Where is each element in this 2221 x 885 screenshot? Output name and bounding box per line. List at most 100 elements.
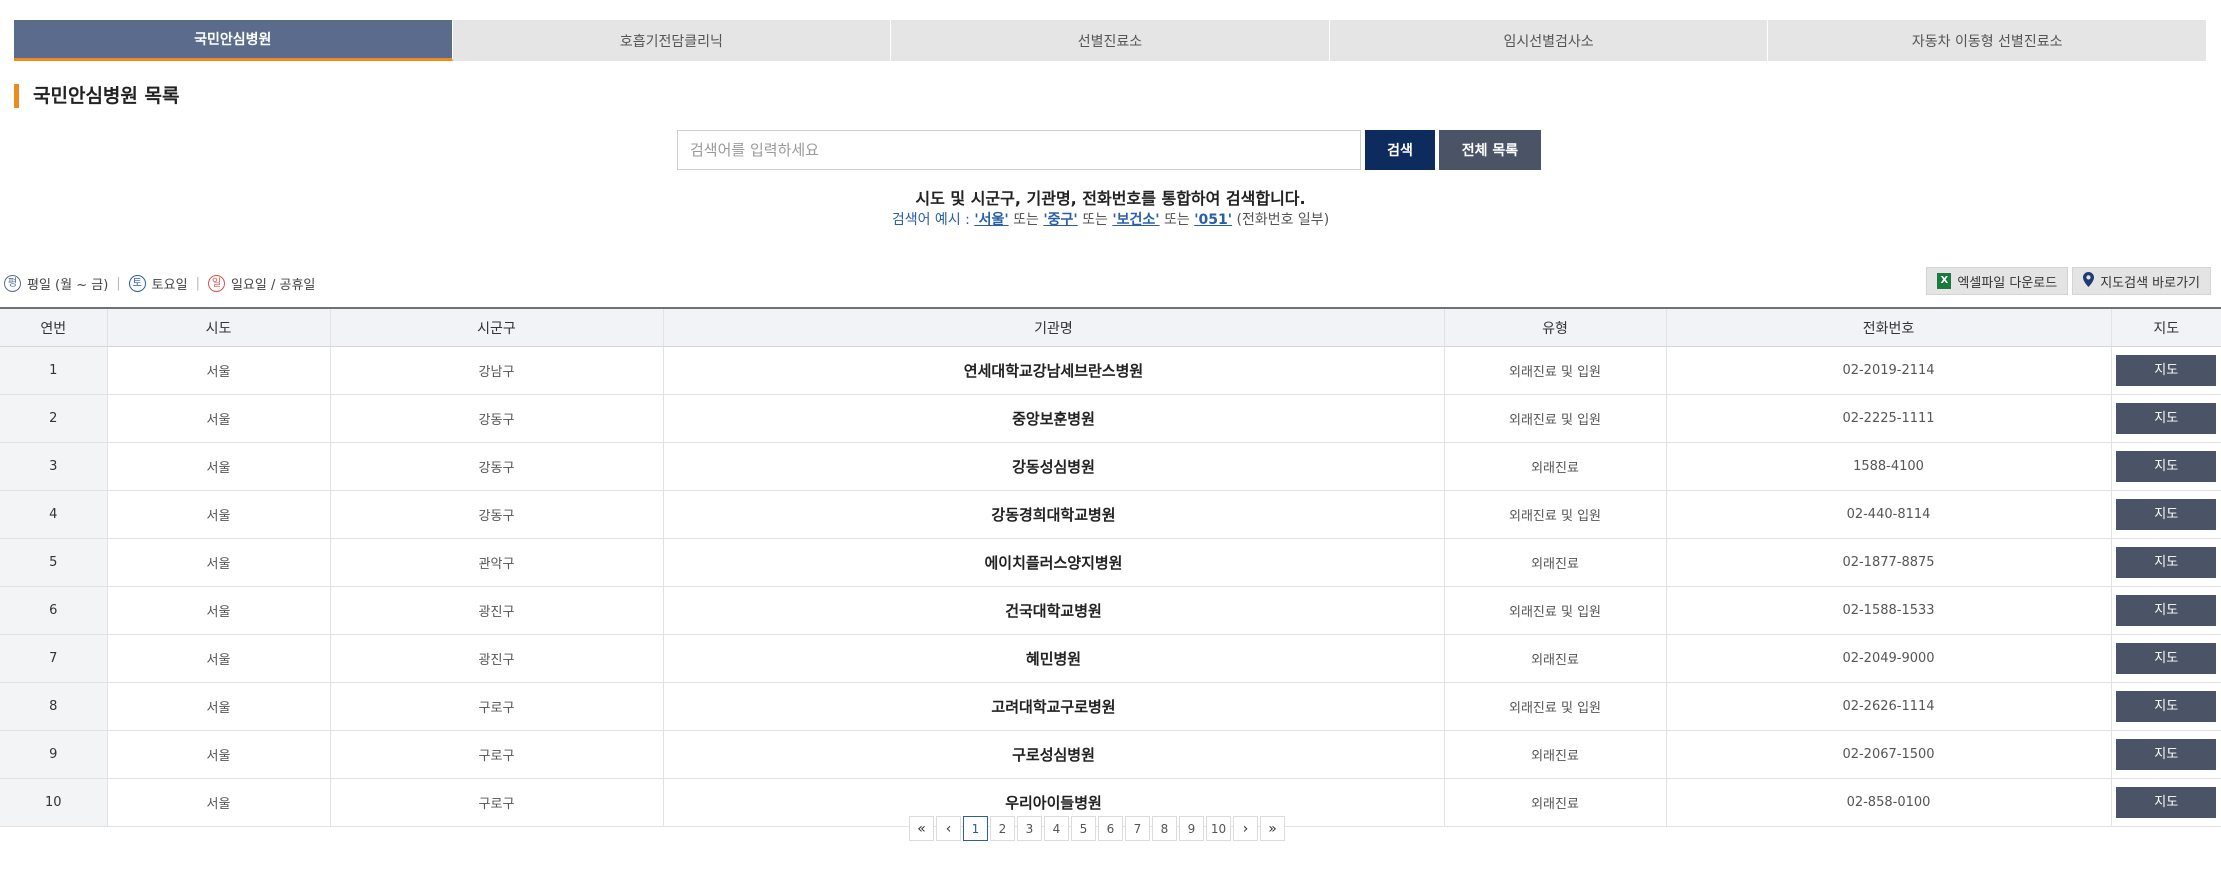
cell-phone: 02-2067-1500 — [1666, 730, 2112, 779]
page-button-5[interactable]: 5 — [1071, 816, 1096, 841]
all-list-button[interactable]: 전체 목록 — [1439, 130, 1541, 170]
map-button[interactable]: 지도 — [2116, 739, 2217, 770]
first-page-button[interactable]: « — [909, 816, 934, 841]
col-header-phone: 전화번호 — [1666, 307, 2112, 347]
tab-bar: 국민안심병원 호흡기전담클리닉 선별진료소 임시선별검사소 자동차 이동형 선별… — [14, 20, 2206, 61]
tab-screening-clinic[interactable]: 선별진료소 — [891, 20, 1330, 61]
page-button-4[interactable]: 4 — [1044, 816, 1069, 841]
cell-name: 에이치플러스양지병원 — [663, 538, 1445, 587]
excel-download-label: 엑셀파일 다운로드 — [1957, 275, 2058, 291]
cell-phone: 02-1588-1533 — [1666, 586, 2112, 635]
page-button-10[interactable]: 10 — [1206, 816, 1231, 841]
sunday-icon: 일 — [207, 275, 225, 292]
cell-sido: 서울 — [107, 682, 331, 731]
map-search-button[interactable]: 지도검색 바로가기 — [2072, 267, 2211, 295]
legend-saturday: 토 토요일 — [128, 274, 188, 293]
cell-no: 1 — [0, 346, 108, 395]
tab-respiratory-clinic[interactable]: 호흡기전담클리닉 — [452, 20, 892, 61]
cell-sigungu: 구로구 — [330, 778, 664, 827]
map-button[interactable]: 지도 — [2116, 691, 2217, 722]
cell-sido: 서울 — [107, 586, 331, 635]
map-button[interactable]: 지도 — [2116, 787, 2217, 818]
page-button-6[interactable]: 6 — [1098, 816, 1123, 841]
page-button-7[interactable]: 7 — [1125, 816, 1150, 841]
col-header-name: 기관명 — [663, 307, 1445, 347]
cell-sido: 서울 — [107, 778, 331, 827]
search-input[interactable] — [677, 130, 1361, 170]
tab-temporary-screening[interactable]: 임시선별검사소 — [1329, 20, 1769, 61]
page-button-3[interactable]: 3 — [1017, 816, 1042, 841]
cell-no: 7 — [0, 634, 108, 683]
cell-name: 고려대학교구로병원 — [663, 682, 1445, 731]
cell-sigungu: 광진구 — [330, 586, 664, 635]
legend-saturday-label: 토요일 — [151, 278, 188, 293]
example-link-seoul[interactable]: '서울' — [974, 212, 1008, 228]
next-page-button[interactable]: › — [1233, 816, 1258, 841]
cell-type: 외래진료 — [1444, 730, 1667, 779]
cell-map: 지도 — [2111, 778, 2221, 827]
saturday-icon: 토 — [128, 275, 146, 292]
table-tools: X 엑셀파일 다운로드 지도검색 바로가기 — [1922, 267, 2211, 295]
cell-sigungu: 구로구 — [330, 730, 664, 779]
example-link-051[interactable]: '051' — [1194, 212, 1232, 228]
cell-no: 5 — [0, 538, 108, 587]
table-row: 5 서울 관악구 에이치플러스양지병원 외래진료 02-1877-8875 지도 — [0, 538, 2221, 587]
map-button[interactable]: 지도 — [2116, 595, 2217, 626]
page-button-2[interactable]: 2 — [990, 816, 1015, 841]
map-button[interactable]: 지도 — [2116, 499, 2217, 530]
map-button[interactable]: 지도 — [2116, 643, 2217, 674]
cell-phone: 02-2626-1114 — [1666, 682, 2112, 731]
map-button[interactable]: 지도 — [2116, 355, 2217, 386]
tab-safe-hospital[interactable]: 국민안심병원 — [14, 20, 453, 61]
cell-map: 지도 — [2111, 730, 2221, 779]
prev-page-button[interactable]: ‹ — [936, 816, 961, 841]
cell-sigungu: 강동구 — [330, 442, 664, 491]
or-text: 또는 — [1082, 212, 1108, 228]
or-text: 또는 — [1013, 212, 1039, 228]
cell-map: 지도 — [2111, 490, 2221, 539]
legend-sunday-label: 일요일 / 공휴일 — [230, 278, 316, 293]
table-row: 7 서울 광진구 혜민병원 외래진료 02-2049-9000 지도 — [0, 634, 2221, 683]
search-hint: 시도 및 시군구, 기관명, 전화번호를 통합하여 검색합니다. — [915, 189, 1306, 208]
excel-download-button[interactable]: X 엑셀파일 다운로드 — [1926, 267, 2069, 295]
cell-phone: 02-2049-9000 — [1666, 634, 2112, 683]
weekday-icon: 평 — [4, 275, 21, 292]
page-button-1[interactable]: 1 — [963, 816, 988, 841]
cell-name: 건국대학교병원 — [663, 586, 1445, 635]
cell-name: 혜민병원 — [663, 634, 1445, 683]
cell-no: 8 — [0, 682, 108, 731]
cell-sido: 서울 — [107, 634, 331, 683]
cell-phone: 02-440-8114 — [1666, 490, 2112, 539]
cell-type: 외래진료 및 입원 — [1444, 346, 1667, 395]
cell-map: 지도 — [2111, 442, 2221, 491]
cell-type: 외래진료 — [1444, 442, 1667, 491]
last-page-button[interactable]: » — [1260, 816, 1285, 841]
legend-sunday: 일 일요일 / 공휴일 — [207, 274, 316, 293]
cell-name: 연세대학교강남세브란스병원 — [663, 346, 1445, 395]
page-button-8[interactable]: 8 — [1152, 816, 1177, 841]
search-bar: 검색 전체 목록 — [677, 130, 1541, 170]
example-link-junggu[interactable]: '중구' — [1043, 212, 1077, 228]
page-button-9[interactable]: 9 — [1179, 816, 1204, 841]
tab-drive-thru-screening[interactable]: 자동차 이동형 선별진료소 — [1768, 20, 2206, 61]
map-button[interactable]: 지도 — [2116, 403, 2217, 434]
table-row: 4 서울 강동구 강동경희대학교병원 외래진료 및 입원 02-440-8114… — [0, 490, 2221, 539]
cell-sido: 서울 — [107, 490, 331, 539]
cell-no: 2 — [0, 394, 108, 443]
cell-map: 지도 — [2111, 634, 2221, 683]
cell-no: 9 — [0, 730, 108, 779]
example-link-health-center[interactable]: '보건소' — [1112, 212, 1159, 228]
cell-phone: 02-858-0100 — [1666, 778, 2112, 827]
divider: | — [116, 276, 121, 291]
cell-sigungu: 강동구 — [330, 394, 664, 443]
cell-type: 외래진료 및 입원 — [1444, 682, 1667, 731]
search-button[interactable]: 검색 — [1365, 130, 1435, 170]
map-button[interactable]: 지도 — [2116, 547, 2217, 578]
examples-prefix: 검색어 예시 : — [891, 212, 970, 228]
search-examples: 검색어 예시 : '서울' 또는 '중구' 또는 '보건소' 또는 '051' … — [0, 209, 2221, 229]
table-row: 3 서울 강동구 강동성심병원 외래진료 1588-4100 지도 — [0, 442, 2221, 491]
cell-sigungu: 구로구 — [330, 682, 664, 731]
col-header-map: 지도 — [2111, 307, 2221, 347]
table-row: 1 서울 강남구 연세대학교강남세브란스병원 외래진료 및 입원 02-2019… — [0, 346, 2221, 395]
map-button[interactable]: 지도 — [2116, 451, 2217, 482]
